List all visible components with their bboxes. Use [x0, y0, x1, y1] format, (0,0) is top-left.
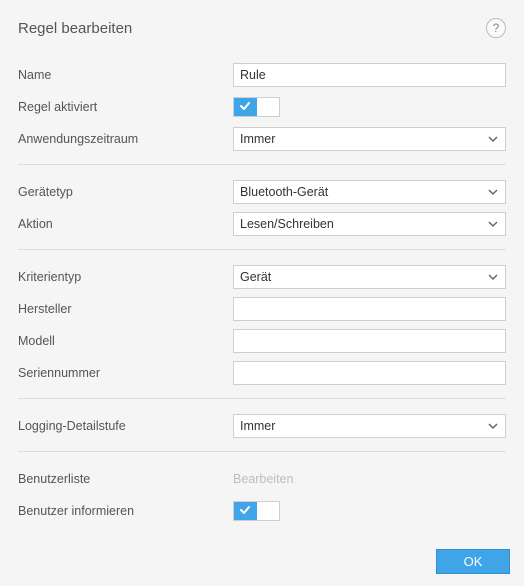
criteria-type-select[interactable]: Gerät [233, 265, 506, 289]
dialog-footer: OK [0, 537, 524, 586]
label-criteria-type: Kriterientyp [18, 270, 233, 284]
dialog: Regel bearbeiten ? Name Regel aktiviert [0, 0, 524, 526]
row-device-type: Gerätetyp Bluetooth-Gerät [18, 177, 506, 207]
name-input[interactable] [233, 63, 506, 87]
toggle-on [234, 98, 257, 116]
row-criteria-type: Kriterientyp Gerät [18, 262, 506, 292]
row-rule-active: Regel aktiviert [18, 92, 506, 122]
label-action: Aktion [18, 217, 233, 231]
divider [18, 451, 506, 452]
label-name: Name [18, 68, 233, 82]
action-value: Lesen/Schreiben [240, 217, 334, 231]
serial-input[interactable] [233, 361, 506, 385]
notify-user-toggle[interactable] [233, 501, 280, 521]
device-type-select[interactable]: Bluetooth-Gerät [233, 180, 506, 204]
check-icon [239, 504, 251, 519]
label-model: Modell [18, 334, 233, 348]
label-serial: Seriennummer [18, 366, 233, 380]
divider [18, 249, 506, 250]
dialog-header: Regel bearbeiten ? [18, 18, 506, 38]
help-icon: ? [493, 21, 500, 35]
divider [18, 398, 506, 399]
user-list-edit-link[interactable]: Bearbeiten [233, 472, 293, 486]
device-type-value: Bluetooth-Gerät [240, 185, 328, 199]
toggle-off [257, 502, 280, 520]
row-action: Aktion Lesen/Schreiben [18, 209, 506, 239]
label-manufacturer: Hersteller [18, 302, 233, 316]
criteria-type-value: Gerät [240, 270, 271, 284]
row-notify-user: Benutzer informieren [18, 496, 506, 526]
label-user-list: Benutzerliste [18, 472, 233, 486]
action-select[interactable]: Lesen/Schreiben [233, 212, 506, 236]
toggle-off [257, 98, 280, 116]
label-period: Anwendungszeitraum [18, 132, 233, 146]
period-value: Immer [240, 132, 275, 146]
label-rule-active: Regel aktiviert [18, 100, 233, 114]
chevron-down-icon [487, 186, 499, 198]
row-logging: Logging-Detailstufe Immer [18, 411, 506, 441]
row-period: Anwendungszeitraum Immer [18, 124, 506, 154]
label-notify-user: Benutzer informieren [18, 504, 233, 518]
logging-select[interactable]: Immer [233, 414, 506, 438]
divider [18, 164, 506, 165]
chevron-down-icon [487, 271, 499, 283]
rule-active-toggle[interactable] [233, 97, 280, 117]
help-button[interactable]: ? [486, 18, 506, 38]
logging-value: Immer [240, 419, 275, 433]
manufacturer-input[interactable] [233, 297, 506, 321]
label-device-type: Gerätetyp [18, 185, 233, 199]
row-user-list: Benutzerliste Bearbeiten [18, 464, 506, 494]
dialog-title: Regel bearbeiten [18, 20, 132, 37]
ok-button[interactable]: OK [436, 549, 510, 574]
row-serial: Seriennummer [18, 358, 506, 388]
row-manufacturer: Hersteller [18, 294, 506, 324]
chevron-down-icon [487, 420, 499, 432]
chevron-down-icon [487, 133, 499, 145]
row-name: Name [18, 60, 506, 90]
period-select[interactable]: Immer [233, 127, 506, 151]
row-model: Modell [18, 326, 506, 356]
chevron-down-icon [487, 218, 499, 230]
label-logging: Logging-Detailstufe [18, 419, 233, 433]
check-icon [239, 100, 251, 115]
toggle-on [234, 502, 257, 520]
model-input[interactable] [233, 329, 506, 353]
